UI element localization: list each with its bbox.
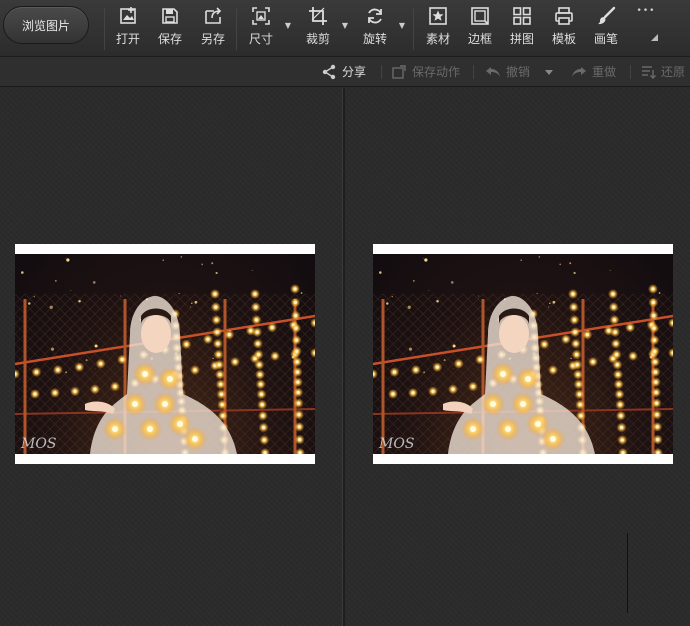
more-dots-icon: ••• [636, 6, 656, 16]
save-as-button[interactable]: 另存 [199, 6, 227, 50]
save-as-label: 另存 [200, 32, 225, 46]
rotate-icon [368, 8, 382, 24]
toolbar-separator [236, 8, 237, 50]
save-as-icon [205, 7, 222, 24]
share-icon [322, 64, 336, 79]
save-action-icon [392, 64, 406, 79]
rotate-button[interactable]: 旋转 [361, 6, 389, 50]
action-separator [381, 65, 382, 79]
original-photo: MOS [15, 254, 315, 454]
action-bar: 分享 保存动作 撤销 重做 还原 [0, 57, 690, 87]
undo-arrow-icon [486, 66, 500, 77]
action-separator [473, 65, 474, 79]
redo-arrow-icon [572, 66, 586, 77]
photo-scene: MOS [373, 256, 673, 454]
main-toolbar: 浏览图片 打开 保存 另存 尺寸 ▼ 裁剪 ▼ 旋转 ▼ 素材 边框 拼图 模板… [0, 0, 690, 57]
template-printer-icon [555, 7, 573, 25]
undo-label: 撤销 [506, 65, 531, 79]
photo-scene: MOS [15, 256, 315, 454]
panel-corner-line [627, 533, 628, 613]
size-button[interactable]: 尺寸 [247, 6, 275, 50]
resize-icon [252, 7, 270, 25]
redo-label: 重做 [592, 65, 617, 79]
collage-label: 拼图 [509, 32, 534, 46]
restore-label: 还原 [661, 65, 686, 79]
save-button[interactable]: 保存 [156, 6, 184, 50]
expand-corner-icon[interactable] [651, 34, 658, 41]
save-action-label: 保存动作 [412, 65, 461, 79]
save-action-button[interactable]: 保存动作 [391, 63, 460, 80]
share-label: 分享 [342, 65, 367, 79]
edited-image-frame[interactable]: MOS [373, 244, 673, 464]
redo-button[interactable]: 重做 [571, 63, 616, 80]
toolbar-separator [413, 8, 414, 50]
crop-icon [309, 7, 327, 25]
undo-button[interactable]: 撤销 [485, 63, 530, 80]
save-icon [162, 8, 178, 24]
original-image-frame[interactable]: MOS [15, 244, 315, 464]
paintbrush-icon [598, 6, 616, 25]
share-button[interactable]: 分享 [321, 63, 366, 80]
rotate-label: 旋转 [362, 32, 387, 46]
template-button[interactable]: 模板 [550, 6, 578, 50]
frame-border-icon [471, 7, 489, 25]
open-button[interactable]: 打开 [114, 6, 142, 50]
edited-image-panel: MOS [345, 88, 690, 626]
photo-watermark: MOS [20, 436, 56, 452]
undo-dropdown-caret-icon[interactable] [545, 70, 553, 75]
crop-label: 裁剪 [305, 32, 330, 46]
browse-images-button[interactable]: 浏览图片 [3, 6, 89, 44]
collage-button[interactable]: 拼图 [508, 6, 536, 50]
toolbar-separator [104, 8, 105, 50]
material-label: 素材 [425, 32, 450, 46]
action-separator [630, 65, 631, 79]
template-label: 模板 [551, 32, 576, 46]
restore-icon [642, 65, 656, 79]
original-image-panel: MOS [0, 88, 342, 626]
rotate-dropdown-caret-icon[interactable]: ▼ [397, 20, 407, 30]
material-button[interactable]: 素材 [424, 6, 452, 50]
open-label: 打开 [115, 32, 140, 46]
size-label: 尺寸 [248, 32, 273, 46]
brush-button[interactable]: 画笔 [592, 6, 620, 50]
save-label: 保存 [157, 32, 182, 46]
size-dropdown-caret-icon[interactable]: ▼ [283, 20, 293, 30]
grid-collage-icon [513, 7, 531, 25]
border-label: 边框 [467, 32, 492, 46]
more-tools-button[interactable]: ••• [632, 6, 660, 50]
star-sticker-icon [429, 7, 447, 25]
brush-label: 画笔 [593, 32, 618, 46]
open-image-icon [120, 7, 136, 24]
photo-watermark: MOS [378, 436, 414, 452]
border-button[interactable]: 边框 [466, 6, 494, 50]
edited-photo: MOS [373, 254, 673, 454]
crop-button[interactable]: 裁剪 [304, 6, 332, 50]
crop-dropdown-caret-icon[interactable]: ▼ [340, 20, 350, 30]
restore-button[interactable]: 还原 [640, 63, 685, 80]
